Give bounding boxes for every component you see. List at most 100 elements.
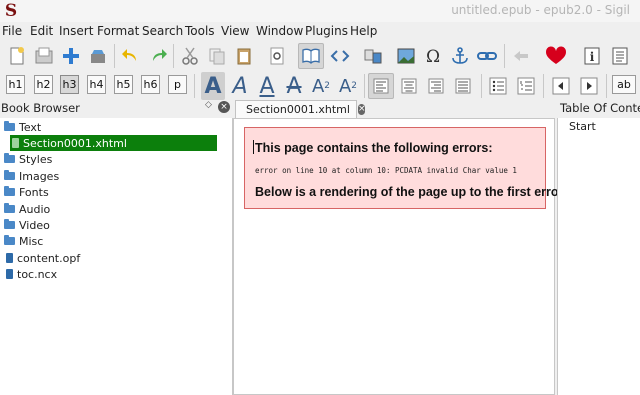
subscript-base: A xyxy=(311,75,325,97)
redo-icon[interactable] xyxy=(145,43,171,69)
heading-h5-button[interactable]: h5 xyxy=(114,75,133,94)
tree-item-styles-folder[interactable]: Styles xyxy=(4,151,204,167)
align-center-icon[interactable] xyxy=(396,73,422,99)
folder-icon xyxy=(4,235,15,245)
tab-label: Section0001.xhtml xyxy=(246,103,350,116)
menu-window[interactable]: Window xyxy=(256,24,303,38)
folder-icon xyxy=(4,153,15,163)
code-view-icon[interactable] xyxy=(327,43,353,69)
increase-indent-icon[interactable] xyxy=(576,73,602,99)
link-icon[interactable] xyxy=(474,43,500,69)
text-cursor xyxy=(253,140,254,154)
heading-h6-button[interactable]: h6 xyxy=(141,75,160,94)
open-file-icon[interactable] xyxy=(31,43,57,69)
title-bar: S untitled.epub - epub2.0 - Sigil xyxy=(0,0,640,22)
tree-item-section0001[interactable]: Section0001.xhtml xyxy=(10,135,217,151)
xhtml-file-icon xyxy=(12,138,19,148)
menu-insert[interactable]: Insert xyxy=(59,24,93,38)
menu-tools[interactable]: Tools xyxy=(185,24,215,38)
underline-icon[interactable]: A xyxy=(255,72,279,100)
toolbar-separator xyxy=(173,44,174,68)
table-of-contents-icon[interactable] xyxy=(607,43,633,69)
bold-icon[interactable]: A xyxy=(201,72,225,100)
tree-item-misc-folder[interactable]: Misc xyxy=(4,233,204,249)
align-justify-icon[interactable] xyxy=(450,73,476,99)
menu-edit[interactable]: Edit xyxy=(30,24,53,38)
heading-h1-button[interactable]: h1 xyxy=(6,75,25,94)
add-file-icon[interactable] xyxy=(58,43,84,69)
book-view-editor[interactable]: This page contains the following errors:… xyxy=(233,118,566,395)
heading-h2-button[interactable]: h2 xyxy=(34,75,53,94)
menu-help[interactable]: Help xyxy=(350,24,377,38)
svg-text:i: i xyxy=(590,50,595,64)
main-toolbar: Ω i xyxy=(0,40,640,72)
tree-item-fonts-folder[interactable]: Fonts xyxy=(4,184,204,200)
new-file-icon[interactable] xyxy=(4,43,30,69)
book-browser-title: Book Browser xyxy=(1,101,80,115)
strikethrough-icon[interactable]: A xyxy=(282,72,306,100)
book-browser-panel: Text Section0001.xhtml Styles Images Fon… xyxy=(0,118,233,395)
menu-file[interactable]: File xyxy=(2,24,22,38)
superscript-mark: 2 xyxy=(351,81,358,91)
tree-item-content-opf[interactable]: content.opf xyxy=(6,250,206,266)
window-title: untitled.epub - epub2.0 - Sigil xyxy=(451,3,630,17)
special-character-icon[interactable]: Ω xyxy=(420,43,446,69)
undo-icon[interactable] xyxy=(118,43,144,69)
folder-icon xyxy=(4,186,15,196)
error-message: error on line 10 at column 10: PCDATA in… xyxy=(255,166,517,175)
save-file-icon[interactable] xyxy=(85,43,111,69)
anchor-icon[interactable] xyxy=(447,43,473,69)
opf-file-icon xyxy=(6,253,13,263)
subscript-icon[interactable]: A2 xyxy=(309,72,333,100)
cut-icon[interactable] xyxy=(177,43,203,69)
toolbar-separator xyxy=(504,44,505,68)
toolbar-separator xyxy=(114,44,115,68)
menu-format[interactable]: Format xyxy=(97,24,139,38)
toc-title: Table Of Contents xyxy=(560,101,640,115)
heading-h3-button[interactable]: h3 xyxy=(60,75,79,94)
menu-search[interactable]: Search xyxy=(142,24,183,38)
folder-icon xyxy=(4,170,15,180)
metadata-editor-icon[interactable]: i xyxy=(579,43,605,69)
folder-icon xyxy=(4,203,15,213)
lowercase-button[interactable]: ab xyxy=(612,75,636,94)
tab-section0001[interactable]: Section0001.xhtml × xyxy=(235,100,366,118)
italic-icon[interactable]: A xyxy=(228,72,252,100)
parse-error-box: This page contains the following errors:… xyxy=(244,127,566,209)
decrease-indent-icon[interactable] xyxy=(548,73,574,99)
align-right-icon[interactable] xyxy=(423,73,449,99)
book-view-icon[interactable] xyxy=(298,43,324,69)
close-icon[interactable]: × xyxy=(218,101,230,113)
paragraph-button[interactable]: p xyxy=(168,75,187,94)
numbered-list-icon[interactable] xyxy=(513,73,539,99)
tree-item-images-folder[interactable]: Images xyxy=(4,168,204,184)
copy-icon[interactable] xyxy=(204,43,230,69)
paste-icon[interactable] xyxy=(231,43,257,69)
tree-item-text-folder[interactable]: Text xyxy=(4,119,204,135)
toolbar-separator xyxy=(481,74,482,98)
menu-plugins[interactable]: Plugins xyxy=(305,24,348,38)
toc-item-start[interactable]: Start xyxy=(569,120,596,133)
tree-item-toc-ncx[interactable]: toc.ncx xyxy=(6,266,206,282)
tree-item-audio-folder[interactable]: Audio xyxy=(4,201,204,217)
bullet-list-icon[interactable] xyxy=(485,73,511,99)
toolbar-separator xyxy=(543,74,544,98)
book-browser-header: Book Browser ◇ × xyxy=(0,100,232,116)
editor-tab-bar: Section0001.xhtml × xyxy=(233,100,556,118)
toolbar-separator xyxy=(194,74,195,98)
tree-item-video-folder[interactable]: Video xyxy=(4,217,204,233)
close-tab-icon[interactable]: × xyxy=(357,104,366,115)
svg-text:Ω: Ω xyxy=(426,47,440,66)
back-arrow-icon[interactable] xyxy=(508,43,534,69)
folder-icon xyxy=(4,121,15,131)
split-icon[interactable] xyxy=(360,43,386,69)
preview-icon[interactable] xyxy=(264,43,290,69)
float-panel-icon[interactable]: ◇ xyxy=(205,100,212,110)
heart-icon[interactable] xyxy=(543,43,569,69)
menu-view[interactable]: View xyxy=(221,24,249,38)
insert-image-icon[interactable] xyxy=(393,43,419,69)
align-left-icon[interactable] xyxy=(368,73,394,99)
sigil-logo-icon: S xyxy=(4,1,18,21)
heading-h4-button[interactable]: h4 xyxy=(87,75,106,94)
superscript-icon[interactable]: A2 xyxy=(336,72,360,100)
